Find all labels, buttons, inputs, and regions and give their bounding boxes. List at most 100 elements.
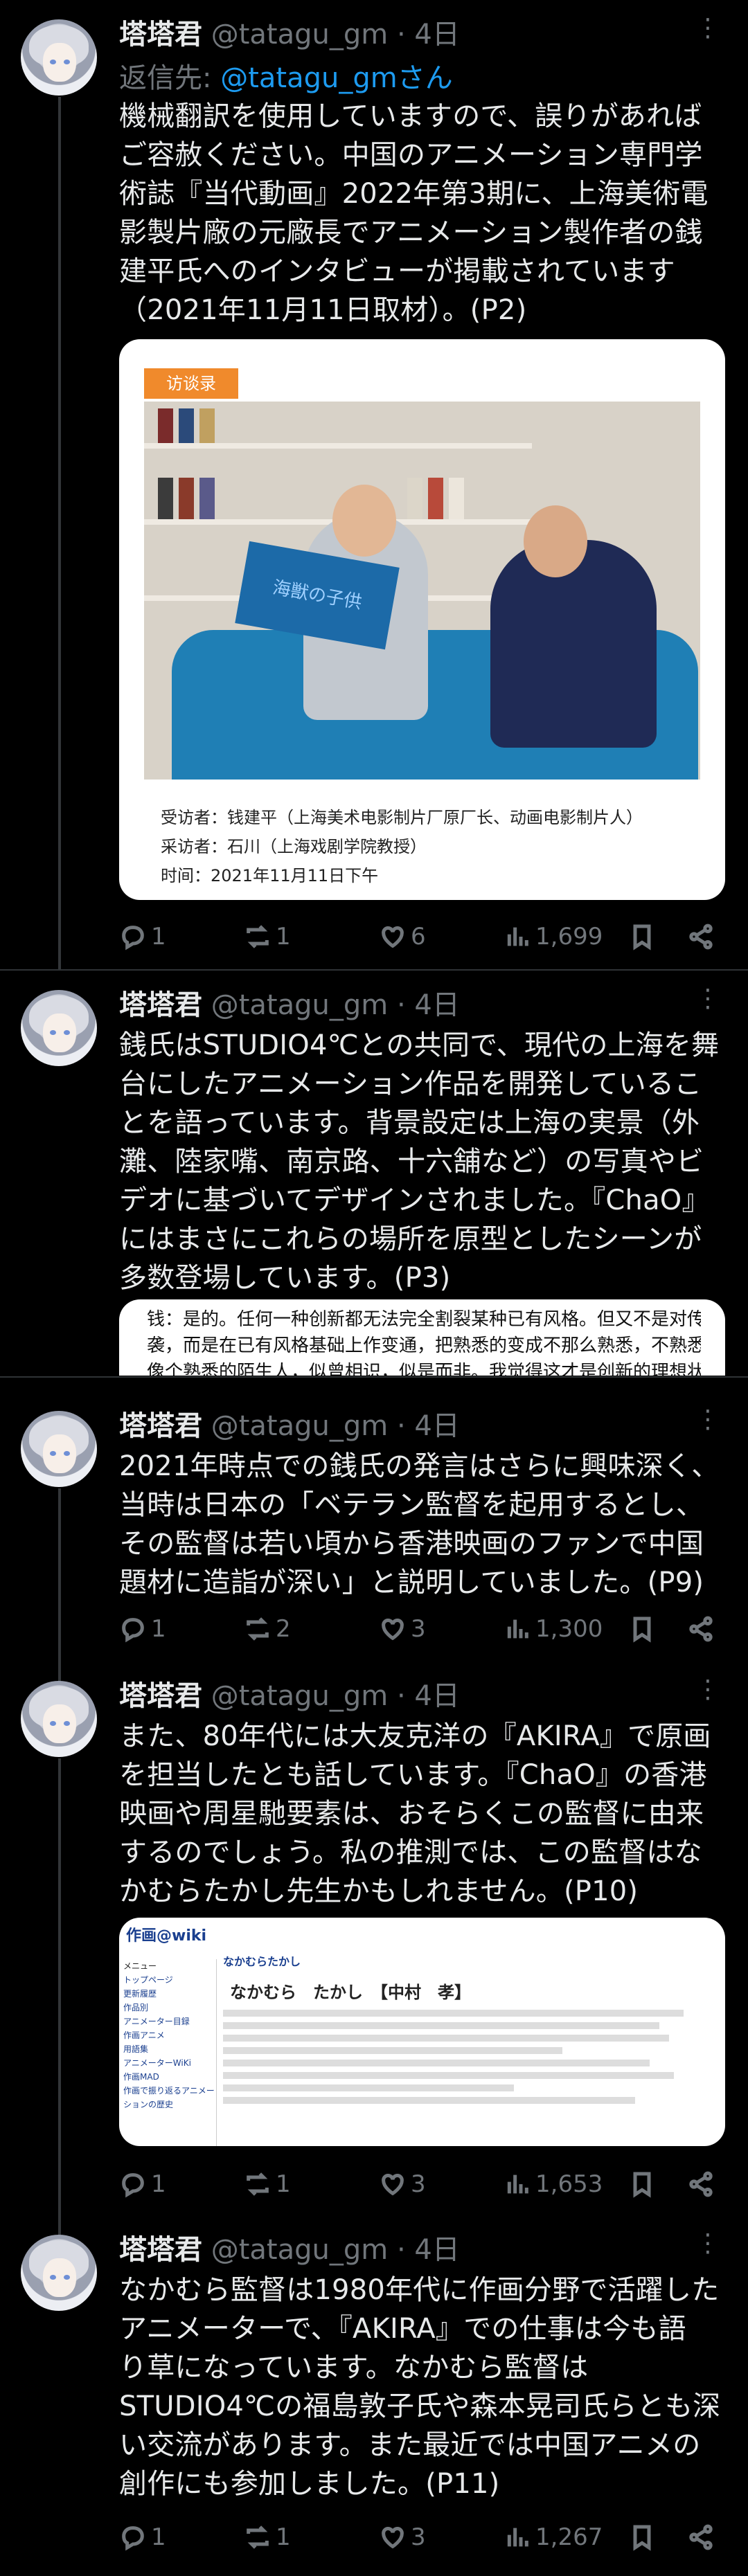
tweet-text: 銭氏はSTUDIO4℃との共同で、現代の上海を舞 台にしたアニメーション作品を開… (119, 1029, 720, 1294)
tweet-1[interactable]: 塔塔君 @tatagu_gm · 4日 ⋮ 返信先: @tatagu_gmさん … (0, 0, 748, 969)
user-handle[interactable]: @tatagu_gm (211, 19, 389, 51)
repost-icon (247, 2172, 269, 2196)
bookmark-icon (633, 2525, 651, 2551)
thread-line (58, 2201, 61, 2236)
share-button[interactable] (687, 919, 715, 954)
display-name[interactable]: 塔塔君 (119, 989, 202, 1021)
tweet-header: 塔塔君 @tatagu_gm · 4日 (119, 1407, 460, 1445)
timestamp[interactable]: · 4日 (397, 1680, 460, 1712)
bar-chart-icon (507, 2528, 528, 2547)
bookmark-icon (633, 2172, 651, 2198)
action-bar: 1 1 3 1,653 (119, 2167, 729, 2201)
repost-button[interactable]: 1 (244, 919, 291, 954)
repost-button[interactable]: 1 (244, 2167, 291, 2201)
tweet-5[interactable]: 塔塔君 @tatagu_gm · 4日 ⋮ なかむら監督は1980年代に作画分野… (0, 2201, 748, 2576)
repost-count: 1 (276, 2170, 291, 2198)
reply-button[interactable]: 1 (119, 919, 166, 954)
display-name[interactable]: 塔塔君 (119, 2234, 202, 2266)
timestamp[interactable]: · 4日 (397, 19, 460, 51)
more-options-icon[interactable]: ⋮ (695, 2229, 720, 2258)
share-button[interactable] (687, 2167, 715, 2201)
display-name[interactable]: 塔塔君 (119, 1410, 202, 1442)
user-handle[interactable]: @tatagu_gm (211, 1410, 389, 1442)
thread-line (58, 1648, 61, 1682)
view-count: 1,267 (535, 2523, 603, 2551)
avatar[interactable] (21, 990, 97, 1066)
share-icon (689, 2171, 713, 2197)
tweet-text: なかむら監督は1980年代に作画分野で活躍した アニメーターで、『AKIRA』で… (119, 2274, 721, 2500)
views-button[interactable]: 1,300 (504, 1612, 603, 1646)
more-options-icon[interactable]: ⋮ (695, 1675, 720, 1704)
reply-button[interactable]: 1 (119, 2167, 166, 2201)
avatar[interactable] (21, 1681, 97, 1757)
reply-icon (122, 2173, 144, 2198)
like-button[interactable]: 3 (379, 2520, 426, 2555)
share-button[interactable] (687, 2520, 715, 2555)
bookmark-icon (633, 1616, 651, 1643)
reply-button[interactable]: 1 (119, 2520, 166, 2555)
heart-icon (382, 2174, 404, 2196)
tweet-header: 塔塔君 @tatagu_gm · 4日 (119, 986, 460, 1025)
interview-caption: 受访者：钱建平（上海美术电影制片厂原厂长、动画电影制片人） 采访者：石川（上海戏… (161, 808, 643, 885)
more-options-icon[interactable]: ⋮ (695, 984, 720, 1013)
display-name[interactable]: 塔塔君 (119, 19, 202, 51)
bookmark-button[interactable] (628, 919, 656, 954)
wiki-sidebar: メニュー トップページ 更新履歴 作品別 アニメーター目録 作画アニメ 用語集 … (123, 1959, 217, 2146)
tweet-image[interactable]: 作画@wiki メニュー トップページ 更新履歴 作品別 アニメーター目録 作画… (119, 1918, 725, 2146)
avatar[interactable] (21, 19, 97, 96)
display-name[interactable]: 塔塔君 (119, 1680, 202, 1712)
tweet-3[interactable]: 塔塔君 @tatagu_gm · 4日 ⋮ 2021年時点での銭氏の発言はさらに… (0, 1391, 748, 1655)
view-count: 1,699 (535, 923, 603, 951)
user-handle[interactable]: @tatagu_gm (211, 989, 389, 1021)
share-icon (689, 1616, 713, 1642)
repost-count: 1 (276, 923, 291, 951)
like-count: 6 (411, 923, 426, 951)
like-button[interactable]: 3 (379, 2167, 426, 2201)
user-handle[interactable]: @tatagu_gm (211, 1680, 389, 1712)
thread-line (58, 1488, 61, 1655)
like-count: 3 (411, 1615, 426, 1643)
share-button[interactable] (687, 1612, 715, 1646)
timestamp[interactable]: · 4日 (397, 1410, 460, 1442)
repost-icon (247, 925, 269, 948)
thread-line (58, 97, 61, 969)
reply-count: 1 (151, 2170, 166, 2198)
heart-icon (382, 926, 404, 948)
repost-icon (247, 1617, 269, 1641)
repost-button[interactable]: 2 (244, 1612, 291, 1646)
views-button[interactable]: 1,653 (504, 2167, 603, 2201)
tweet-image[interactable]: 访谈录 海獣の子供 受访者：钱建平（上海美术电影制片厂原厂长、动画电影制片人） … (119, 339, 725, 900)
heart-icon (382, 1619, 404, 1641)
reply-icon (122, 926, 144, 951)
reply-link[interactable]: @tatagu_gmさん (220, 62, 453, 94)
wiki-site-title: 作画@wiki (126, 1927, 207, 1945)
more-options-icon[interactable]: ⋮ (695, 1405, 720, 1434)
repost-button[interactable]: 1 (244, 2520, 291, 2555)
reply-to: 返信先: @tatagu_gmさん (119, 55, 453, 96)
reply-icon (122, 1618, 144, 1643)
like-button[interactable]: 6 (379, 919, 426, 954)
bookmark-button[interactable] (628, 2167, 656, 2201)
reply-button[interactable]: 1 (119, 1612, 166, 1646)
avatar[interactable] (21, 1411, 97, 1487)
views-button[interactable]: 1,699 (504, 919, 603, 954)
timestamp[interactable]: · 4日 (397, 2234, 460, 2266)
share-icon (689, 2524, 713, 2550)
tweet-image[interactable]: 钱：是的。任何一种创新都无法完全割裂某种已有风格。但又不是对传统简单的模仿抄 袭… (119, 1299, 725, 1376)
user-handle[interactable]: @tatagu_gm (211, 2234, 389, 2266)
tweet-2[interactable]: 塔塔君 @tatagu_gm · 4日 ⋮ 銭氏はSTUDIO4℃との共同で、現… (0, 971, 748, 1376)
reply-count: 1 (151, 923, 166, 951)
repost-count: 2 (276, 1615, 291, 1643)
timestamp[interactable]: · 4日 (397, 989, 460, 1021)
like-button[interactable]: 3 (379, 1612, 426, 1646)
bookmark-button[interactable] (628, 2520, 656, 2555)
tweet-4[interactable]: 塔塔君 @tatagu_gm · 4日 ⋮ また、80年代には大友克洋の『AKI… (0, 1648, 748, 2215)
bar-chart-icon (507, 2174, 528, 2194)
tweet-text: また、80年代には大友克洋の『AKIRA』で原画 を担当したとも話しています。『… (119, 1720, 711, 1907)
avatar[interactable] (21, 2235, 97, 2311)
bookmark-button[interactable] (628, 1612, 656, 1646)
divider (0, 1376, 748, 1378)
views-button[interactable]: 1,267 (504, 2520, 603, 2555)
share-icon (689, 924, 713, 950)
more-options-icon[interactable]: ⋮ (695, 14, 720, 42)
